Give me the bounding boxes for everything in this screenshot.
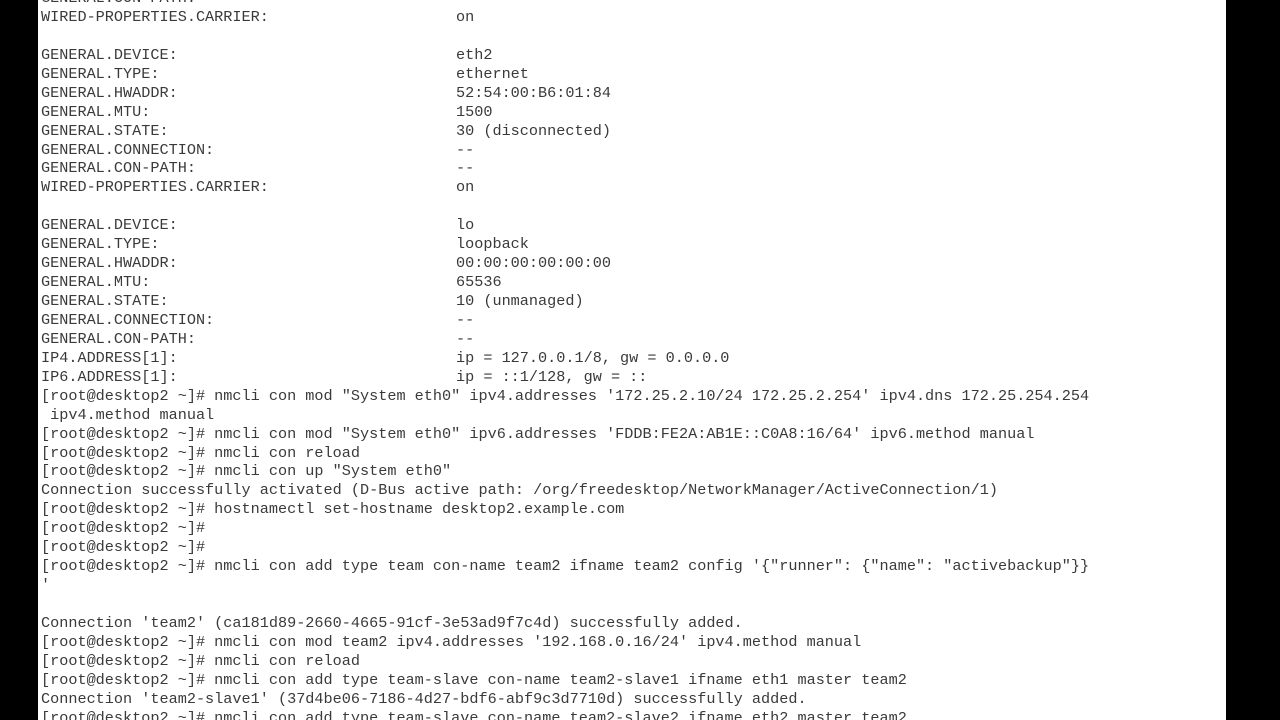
property-value: ip = 127.0.0.1/8, gw = 0.0.0.0 bbox=[456, 348, 730, 367]
property-value: -- bbox=[456, 329, 475, 348]
terminal-property-line: GENERAL.HWADDR: 52:54:00:B6:01:84 bbox=[41, 84, 1226, 103]
property-value: ethernet bbox=[456, 64, 529, 83]
terminal-window: GENERAL.CON-PATH:--WIRED-PROPERTIES.CARR… bbox=[0, 0, 1280, 720]
terminal-command-line: [root@desktop2 ~]# nmcli con mod team2 i… bbox=[41, 632, 862, 651]
property-key: IP6.ADDRESS[1]: bbox=[41, 367, 178, 386]
property-key: GENERAL.STATE: bbox=[41, 292, 169, 310]
terminal-output-line: Connection 'team2' (ca181d89-2660-4665-9… bbox=[41, 613, 743, 632]
property-value: -- bbox=[456, 0, 474, 7]
property-key: GENERAL.MTU: bbox=[41, 273, 151, 292]
property-value: -- bbox=[456, 310, 475, 329]
property-key: IP4.ADDRESS[1]: bbox=[41, 348, 178, 367]
window-right-margin bbox=[1241, 0, 1280, 720]
terminal-wrapped-line: ' bbox=[41, 576, 51, 595]
property-key: GENERAL.HWADDR: bbox=[41, 254, 178, 273]
terminal-property-line: GENERAL.MTU: 1500 bbox=[41, 103, 1226, 122]
terminal-property-line: GENERAL.TYPE: ethernet bbox=[41, 65, 1226, 84]
property-key: GENERAL.CON-PATH: bbox=[41, 159, 196, 178]
terminal-wrapped-line: ipv4.method manual bbox=[41, 405, 215, 424]
terminal-property-line: GENERAL.STATE: 10 (unmanaged) bbox=[41, 292, 1226, 311]
terminal-command-line: [root@desktop2 ~]# nmcli con reload bbox=[41, 651, 360, 670]
terminal-property-line: GENERAL.DEVICE: eth2 bbox=[41, 46, 1226, 65]
property-value: -- bbox=[456, 159, 475, 178]
terminal-command-line: [root@desktop2 ~]# nmcli con reload bbox=[41, 443, 360, 462]
terminal-property-line: GENERAL.CON-PATH: -- bbox=[41, 159, 1226, 178]
terminal-command-line: [root@desktop2 ~]# hostnamectl set-hostn… bbox=[41, 500, 625, 519]
property-value: eth2 bbox=[456, 45, 493, 64]
property-value: -- bbox=[456, 140, 475, 159]
property-key: GENERAL.CON-PATH: bbox=[41, 329, 196, 348]
property-key: GENERAL.TYPE: bbox=[41, 235, 160, 254]
terminal-content-area[interactable]: GENERAL.CON-PATH:--WIRED-PROPERTIES.CARR… bbox=[38, 0, 1226, 720]
property-value: on bbox=[456, 7, 475, 26]
terminal-output-line: Connection 'team2-slave1' (37d4be06-7186… bbox=[41, 689, 807, 708]
terminal-property-line: GENERAL.CON-PATH:-- bbox=[41, 0, 1226, 8]
property-key: GENERAL.HWADDR: bbox=[41, 83, 178, 102]
terminal-command-line: [root@desktop2 ~]# nmcli con mod "System… bbox=[41, 386, 1090, 405]
property-value: 30 (disconnected) bbox=[456, 121, 611, 140]
terminal-property-line: WIRED-PROPERTIES.CARRIER: on bbox=[41, 178, 1226, 197]
terminal-output-line: Connection successfully activated (D-Bus… bbox=[41, 481, 998, 500]
terminal-command-line: [root@desktop2 ~]# bbox=[41, 538, 206, 557]
property-value: ip = ::1/128, gw = :: bbox=[456, 367, 648, 386]
property-key: GENERAL.DEVICE: bbox=[41, 45, 178, 64]
property-key: WIRED-PROPERTIES.CARRIER: bbox=[41, 7, 269, 26]
property-value: loopback bbox=[456, 235, 529, 254]
terminal-command-line: [root@desktop2 ~]# nmcli con mod "System… bbox=[41, 424, 1035, 443]
property-value: 65536 bbox=[456, 273, 502, 292]
window-left-margin bbox=[0, 0, 38, 720]
terminal-property-line: WIRED-PROPERTIES.CARRIER: on bbox=[41, 8, 1226, 27]
terminal-property-line: IP6.ADDRESS[1]: ip = ::1/128, gw = :: bbox=[41, 368, 1226, 387]
property-value: lo bbox=[456, 216, 475, 235]
property-value: 52:54:00:B6:01:84 bbox=[456, 83, 611, 102]
property-key: GENERAL.DEVICE: bbox=[41, 216, 178, 235]
terminal-property-line: GENERAL.MTU: 65536 bbox=[41, 273, 1226, 292]
property-value: on bbox=[456, 178, 475, 197]
terminal-command-line: [root@desktop2 ~]# nmcli con add type te… bbox=[41, 670, 907, 689]
property-key: GENERAL.TYPE: bbox=[41, 64, 160, 83]
terminal-property-line: GENERAL.CONNECTION: -- bbox=[41, 141, 1226, 160]
terminal-property-line: GENERAL.HWADDR: 00:00:00:00:00:00 bbox=[41, 254, 1226, 273]
terminal-property-line: GENERAL.STATE: 30 (disconnected) bbox=[41, 122, 1226, 141]
terminal-property-line: GENERAL.CON-PATH: -- bbox=[41, 330, 1226, 349]
terminal-property-line: GENERAL.TYPE: loopback bbox=[41, 235, 1226, 254]
property-key: GENERAL.CON-PATH: bbox=[41, 0, 456, 8]
property-value: 10 (unmanaged) bbox=[456, 292, 584, 310]
property-value: 00:00:00:00:00:00 bbox=[456, 254, 611, 273]
property-key: GENERAL.MTU: bbox=[41, 102, 151, 121]
terminal-property-line: GENERAL.DEVICE: lo bbox=[41, 216, 1226, 235]
terminal-command-line: [root@desktop2 ~]# nmcli con add type te… bbox=[41, 557, 1090, 576]
terminal-command-line: [root@desktop2 ~]# bbox=[41, 519, 206, 538]
terminal-output-text[interactable]: GENERAL.CON-PATH:--WIRED-PROPERTIES.CARR… bbox=[41, 0, 1226, 720]
property-key: GENERAL.CONNECTION: bbox=[41, 140, 215, 159]
terminal-property-line: GENERAL.CONNECTION: -- bbox=[41, 311, 1226, 330]
property-key: GENERAL.STATE: bbox=[41, 121, 169, 140]
terminal-command-line: [root@desktop2 ~]# nmcli con up "System … bbox=[41, 462, 452, 481]
property-key: GENERAL.CONNECTION: bbox=[41, 310, 215, 329]
property-key: WIRED-PROPERTIES.CARRIER: bbox=[41, 178, 269, 197]
terminal-command-line: [root@desktop2 ~]# nmcli con add type te… bbox=[41, 708, 907, 720]
terminal-property-line: IP4.ADDRESS[1]: ip = 127.0.0.1/8, gw = 0.… bbox=[41, 349, 1226, 368]
property-value: 1500 bbox=[456, 102, 493, 121]
